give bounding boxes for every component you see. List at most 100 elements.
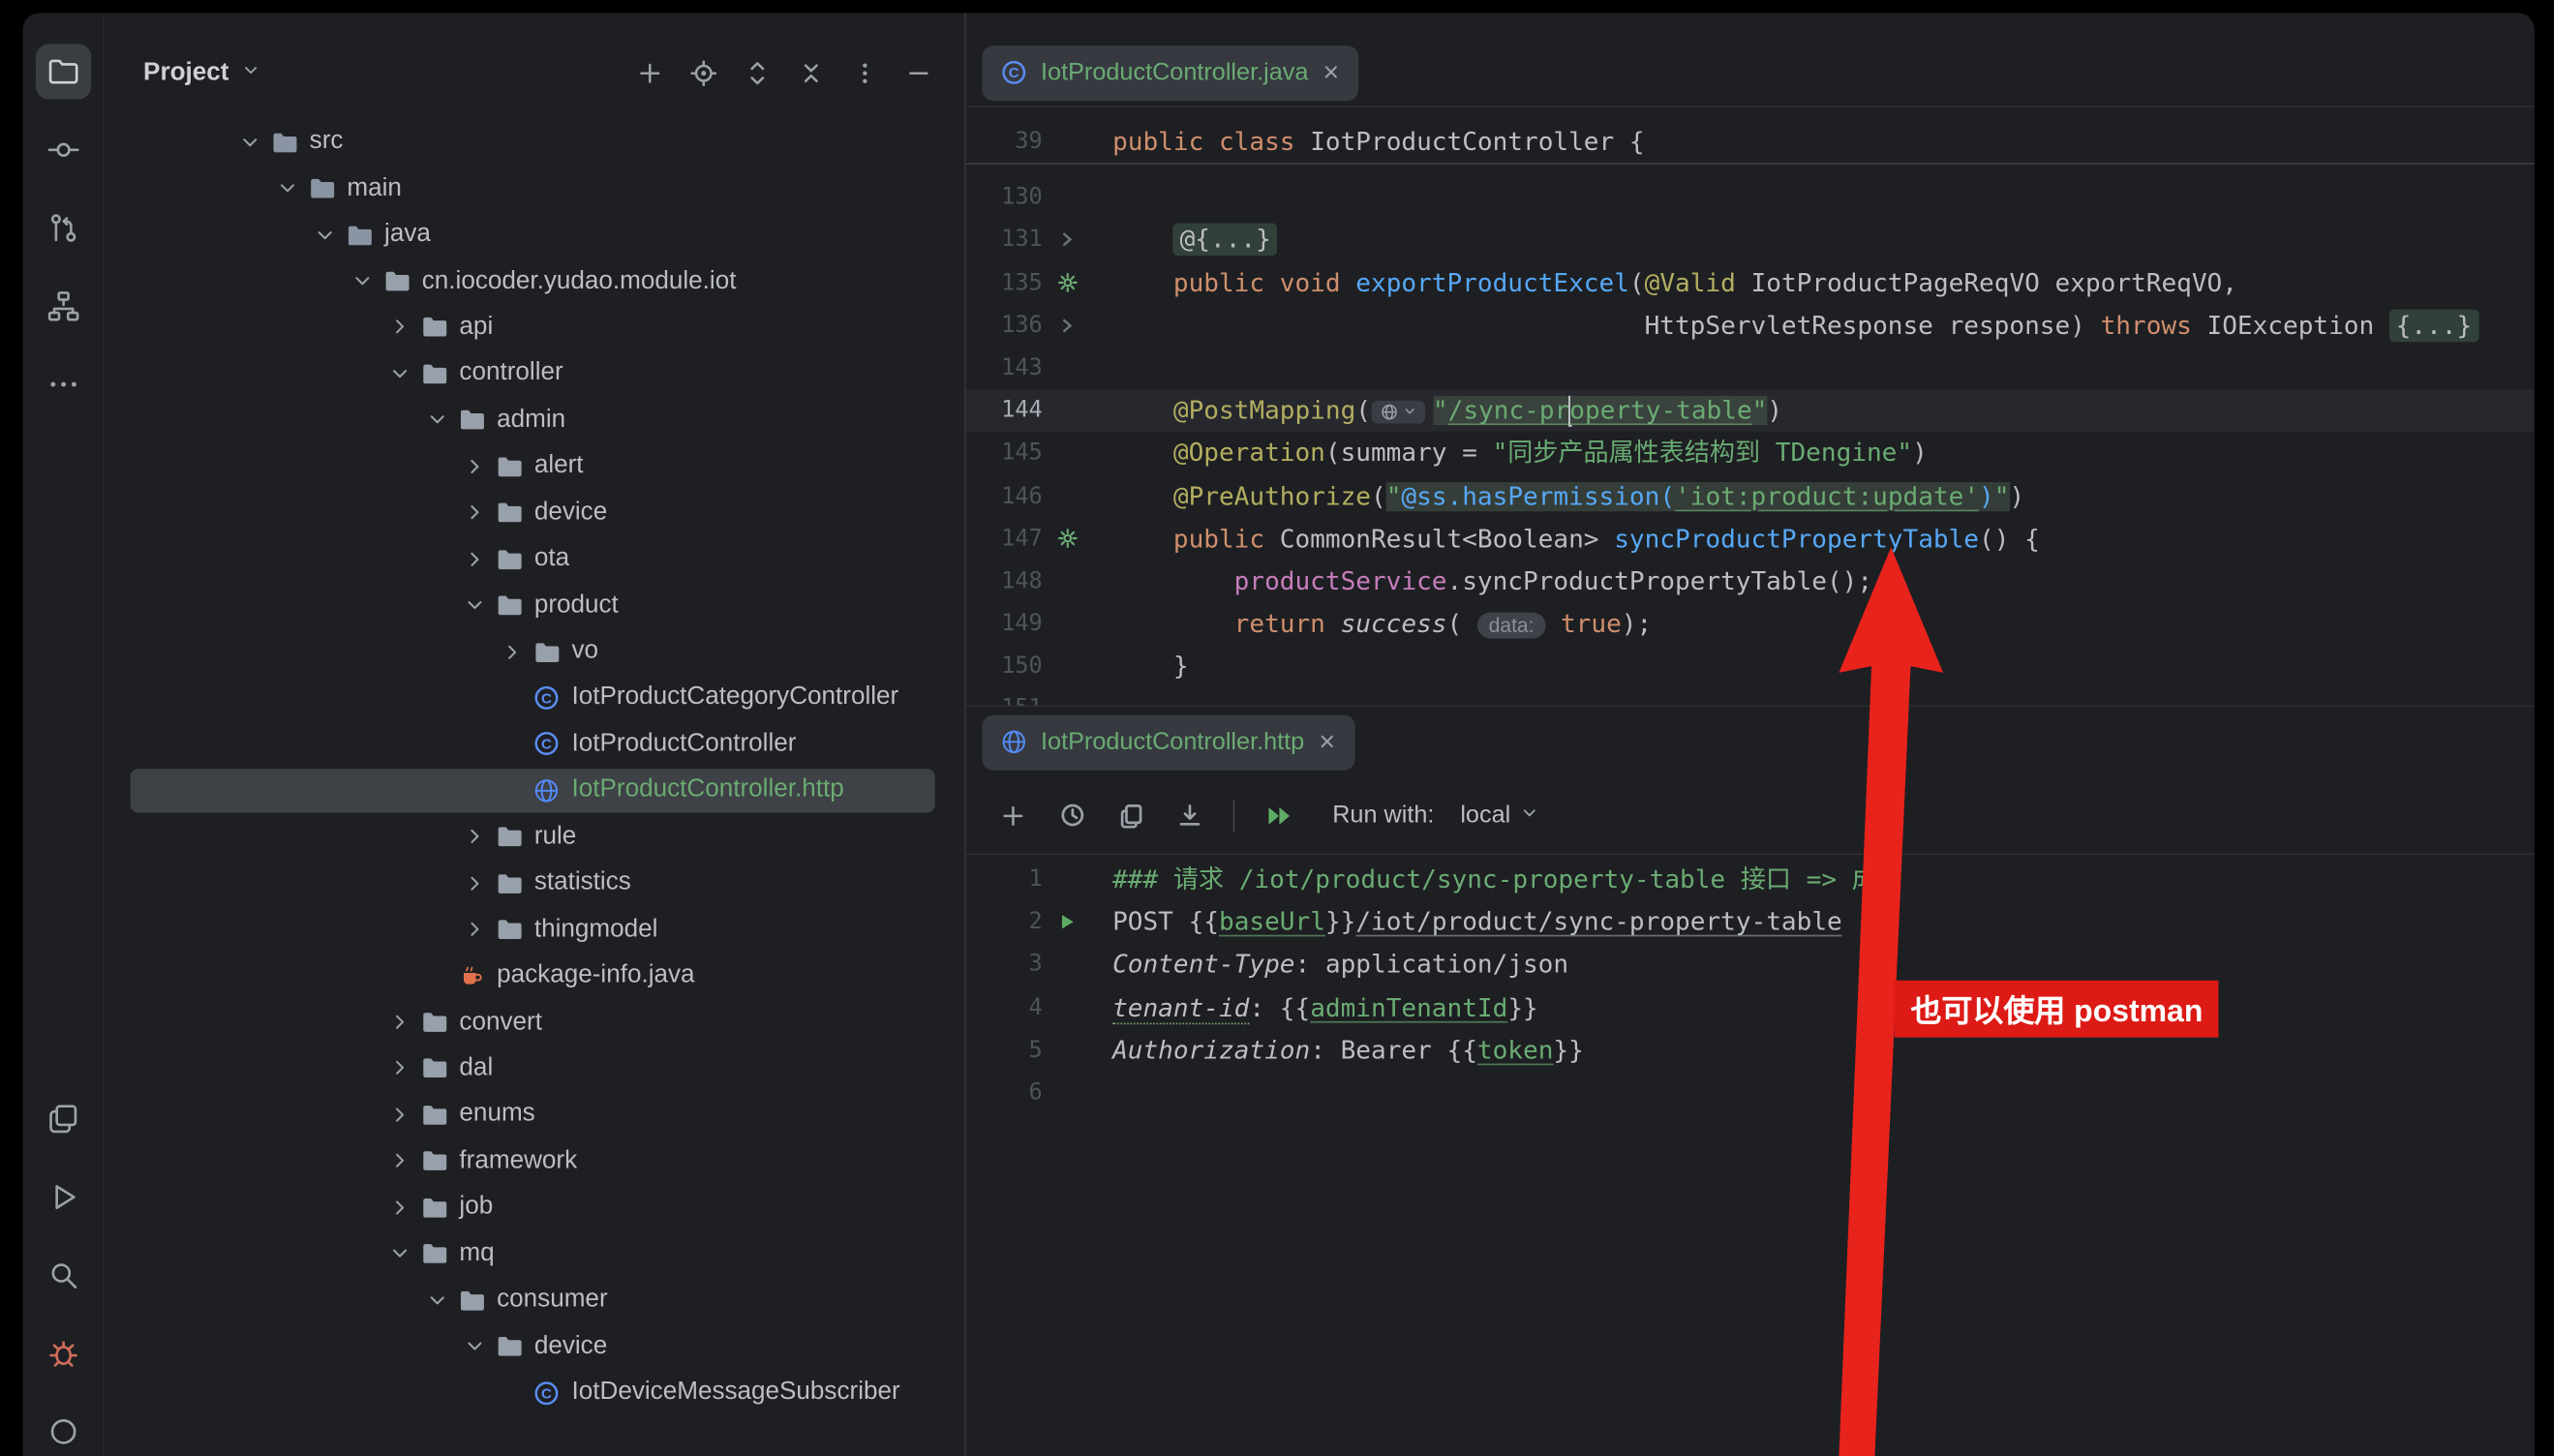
tree-item-mq[interactable]: mq bbox=[105, 1230, 964, 1277]
structure-icon[interactable] bbox=[35, 279, 90, 334]
chevron-expanded-icon[interactable] bbox=[267, 168, 306, 207]
chevron-expanded-icon[interactable] bbox=[417, 401, 456, 440]
layers-icon[interactable] bbox=[35, 1091, 90, 1146]
fold-gutter-icon[interactable] bbox=[1043, 219, 1091, 261]
tree-item-label: statistics bbox=[534, 868, 631, 897]
api-gutter-icon[interactable] bbox=[1043, 517, 1091, 560]
run-with-label: Run with: bbox=[1332, 802, 1434, 830]
tree-item-package-info-java[interactable]: package-info.java bbox=[105, 953, 964, 999]
chevron-collapsed-icon[interactable] bbox=[380, 1048, 418, 1087]
chevron-expanded-icon[interactable] bbox=[305, 215, 344, 254]
chevron-collapsed-icon[interactable] bbox=[380, 308, 418, 347]
chevron-expanded-icon[interactable] bbox=[454, 586, 493, 624]
search-icon[interactable] bbox=[35, 1248, 90, 1303]
tree-item-job[interactable]: job bbox=[105, 1184, 964, 1230]
chevron-expanded-icon[interactable] bbox=[342, 261, 380, 300]
code-text: public class IotProductController { bbox=[1091, 120, 2535, 163]
run-icon[interactable] bbox=[35, 1169, 90, 1225]
tree-item-cn-iocoder-yudao-module-iot[interactable]: cn.iocoder.yudao.module.iot bbox=[105, 258, 964, 304]
gutter-spacer bbox=[1043, 1072, 1091, 1114]
tree-item-convert[interactable]: convert bbox=[105, 999, 964, 1046]
tree-item-ota[interactable]: ota bbox=[105, 535, 964, 582]
tree-item-java[interactable]: java bbox=[105, 212, 964, 258]
folded-region[interactable]: @{...} bbox=[1173, 224, 1278, 257]
chevron-collapsed-icon[interactable] bbox=[380, 1095, 418, 1134]
chevron-collapsed-icon[interactable] bbox=[380, 1141, 418, 1180]
add-icon[interactable] bbox=[988, 791, 1037, 839]
tree-item-alert[interactable]: alert bbox=[105, 443, 964, 490]
tree-item-dal[interactable]: dal bbox=[105, 1046, 964, 1092]
gutter-spacer bbox=[1043, 646, 1091, 688]
tree-item-iotproductcontroller-http[interactable]: IotProductController.http bbox=[105, 768, 964, 814]
chevron-expanded-icon[interactable] bbox=[229, 123, 268, 162]
tree-item-label: IotProductCategoryController bbox=[572, 683, 899, 713]
tree-item-device[interactable]: device bbox=[105, 490, 964, 536]
chevron-collapsed-icon[interactable] bbox=[454, 446, 493, 485]
chevron-collapsed-icon[interactable] bbox=[454, 493, 493, 531]
add-icon[interactable] bbox=[637, 60, 663, 86]
project-folder-icon[interactable] bbox=[35, 44, 90, 99]
locate-icon[interactable] bbox=[690, 60, 716, 86]
chevron-collapsed-icon[interactable] bbox=[454, 864, 493, 902]
tree-item-device[interactable]: device bbox=[105, 1323, 964, 1370]
fold-gutter-icon[interactable] bbox=[1043, 304, 1091, 347]
tree-item-api[interactable]: api bbox=[105, 304, 964, 350]
package-icon bbox=[456, 1286, 485, 1315]
tab-close-icon[interactable]: × bbox=[1322, 59, 1341, 87]
chevron-collapsed-icon[interactable] bbox=[492, 632, 531, 671]
more-icon[interactable] bbox=[35, 356, 90, 411]
tab-iotproductcontroller-java[interactable]: C IotProductController.java × bbox=[982, 45, 1358, 100]
tree-item-controller[interactable]: controller bbox=[105, 350, 964, 397]
hide-icon[interactable] bbox=[905, 60, 931, 86]
api-gutter-icon[interactable] bbox=[1043, 261, 1091, 304]
chevron-collapsed-icon[interactable] bbox=[454, 817, 493, 856]
commit-icon[interactable] bbox=[35, 122, 90, 177]
chevron-expanded-icon[interactable] bbox=[380, 354, 418, 393]
chevron-collapsed-icon[interactable] bbox=[454, 539, 493, 578]
tree-item-label: api bbox=[459, 313, 493, 342]
copy-icon[interactable] bbox=[1106, 791, 1154, 839]
tree-item-statistics[interactable]: statistics bbox=[105, 860, 964, 906]
pull-requests-icon[interactable] bbox=[35, 200, 90, 256]
tab-iotproductcontroller-http[interactable]: IotProductController.http × bbox=[982, 714, 1354, 770]
tree-item-iotdevicemessagesubscriber[interactable]: CIotDeviceMessageSubscriber bbox=[105, 1370, 964, 1416]
folded-region[interactable]: {...} bbox=[2389, 309, 2478, 342]
tree-item-vo[interactable]: vo bbox=[105, 628, 964, 675]
chevron-expanded-icon[interactable] bbox=[454, 1326, 493, 1365]
expand-all-icon[interactable] bbox=[745, 60, 771, 86]
tree-item-consumer[interactable]: consumer bbox=[105, 1277, 964, 1323]
profile-partial-icon[interactable] bbox=[35, 1404, 90, 1456]
project-view-selector[interactable]: Project bbox=[143, 59, 259, 88]
bug-icon[interactable] bbox=[35, 1325, 90, 1380]
play-gutter-icon[interactable] bbox=[1043, 901, 1091, 944]
tree-item-enums[interactable]: enums bbox=[105, 1092, 964, 1138]
tree-item-src[interactable]: src bbox=[105, 119, 964, 166]
chevron-collapsed-icon[interactable] bbox=[454, 910, 493, 949]
tree-item-thingmodel[interactable]: thingmodel bbox=[105, 906, 964, 953]
line-number: 130 bbox=[966, 176, 1043, 219]
environment-selector[interactable]: local bbox=[1460, 802, 1539, 830]
tree-item-rule[interactable]: rule bbox=[105, 813, 964, 860]
history-icon[interactable] bbox=[1048, 791, 1096, 839]
chevron-expanded-icon[interactable] bbox=[380, 1234, 418, 1273]
tree-item-product[interactable]: product bbox=[105, 582, 964, 628]
code-line-147: 147 public CommonResult<Boolean> syncPro… bbox=[966, 517, 2535, 560]
more-v-icon[interactable] bbox=[852, 60, 878, 86]
chevron-collapsed-icon[interactable] bbox=[380, 1003, 418, 1042]
chevron-collapsed-icon[interactable] bbox=[380, 1188, 418, 1227]
tree-item-iotproductcategorycontroller[interactable]: CIotProductCategoryController bbox=[105, 675, 964, 721]
collapse-all-icon[interactable] bbox=[798, 60, 824, 86]
run-all-icon[interactable] bbox=[1254, 791, 1302, 839]
open-in-http-client-inlay[interactable] bbox=[1371, 400, 1425, 423]
code-text: } bbox=[1091, 646, 2535, 688]
tree-item-framework[interactable]: framework bbox=[105, 1138, 964, 1184]
tree-item-iotproductcontroller[interactable]: CIotProductController bbox=[105, 721, 964, 768]
tree-item-admin[interactable]: admin bbox=[105, 397, 964, 443]
import-icon[interactable] bbox=[1165, 791, 1213, 839]
tab-label: IotProductController.java bbox=[1041, 59, 1308, 87]
http-file-icon bbox=[1000, 728, 1028, 756]
tab-close-icon[interactable]: × bbox=[1318, 728, 1337, 756]
tree-item-main[interactable]: main bbox=[105, 166, 964, 212]
chevron-expanded-icon[interactable] bbox=[417, 1281, 456, 1320]
line-number: 1 bbox=[966, 859, 1043, 901]
